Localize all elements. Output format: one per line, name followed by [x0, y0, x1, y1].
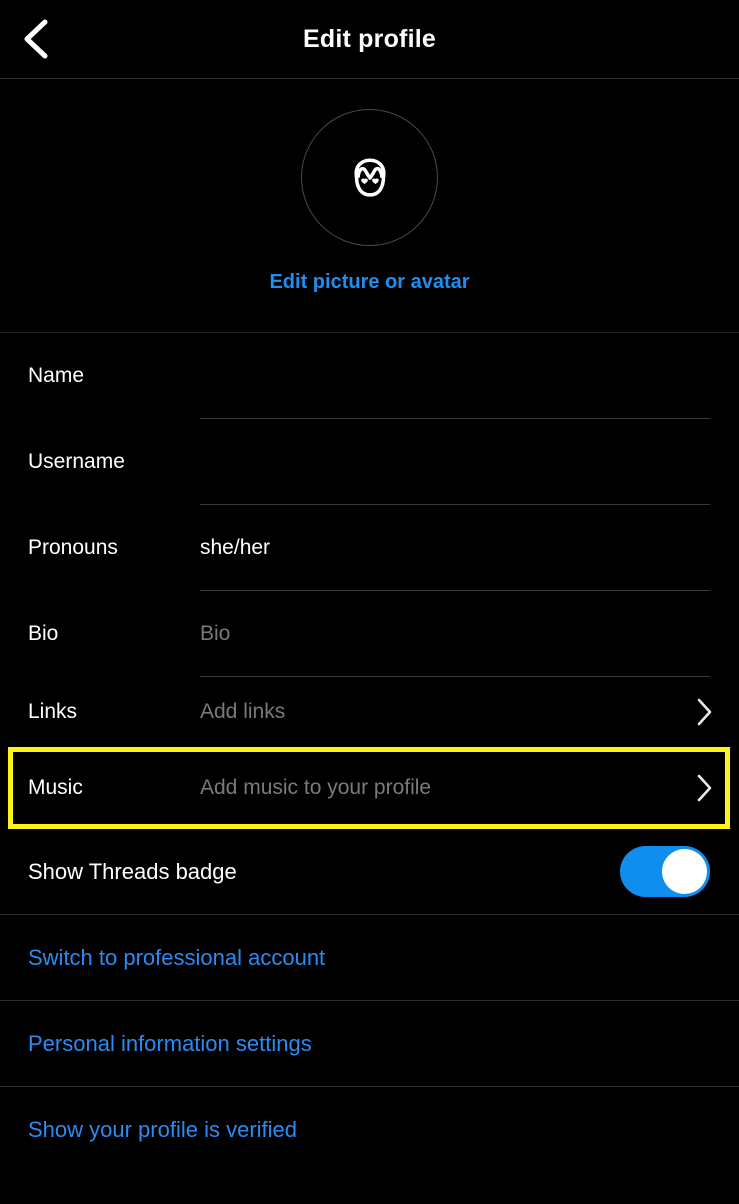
music-row-highlight-wrapper: Music Add music to your profile [0, 747, 739, 829]
action-row-show-verified[interactable]: Show your profile is verified [0, 1087, 739, 1173]
field-underline-username [200, 419, 710, 505]
edit-picture-or-avatar-link[interactable]: Edit picture or avatar [269, 271, 469, 294]
app-header: Edit profile [0, 0, 739, 79]
toggle-row-threads-badge[interactable]: Show Threads badge [0, 829, 739, 915]
chevron-left-icon [24, 19, 48, 59]
field-label-name: Name [28, 364, 85, 387]
toggle-knob [662, 849, 707, 894]
heart-eye-right-icon [371, 178, 379, 184]
pronouns-input[interactable] [200, 536, 710, 560]
music-placeholder: Add music to your profile [200, 776, 432, 799]
field-label-music: Music [28, 776, 83, 799]
page-title: Edit profile [303, 24, 436, 53]
avatar-section: Edit picture or avatar [0, 79, 739, 333]
nav-row-links[interactable]: Links Add links [0, 677, 739, 747]
field-underline-name [200, 333, 710, 419]
username-input[interactable] [200, 450, 710, 474]
chevron-right-icon-music [693, 773, 715, 803]
chevron-right-icon-links [693, 697, 715, 727]
heart-eye-left-icon [360, 178, 368, 184]
field-label-username: Username [28, 450, 125, 473]
action-row-personal-information[interactable]: Personal information settings [0, 1001, 739, 1087]
threads-badge-toggle[interactable] [620, 846, 710, 897]
field-label-links: Links [28, 700, 78, 723]
field-row-name[interactable]: Name [0, 333, 739, 419]
back-button[interactable] [12, 15, 60, 63]
personal-information-settings-label: Personal information settings [28, 1030, 312, 1056]
field-underline-bio [200, 591, 710, 677]
show-profile-verified-label: Show your profile is verified [28, 1117, 298, 1142]
action-row-switch-professional[interactable]: Switch to professional account [0, 915, 739, 1001]
avatar[interactable] [301, 109, 438, 246]
field-row-bio[interactable]: Bio [0, 591, 739, 677]
avatar-face-heart-eyes-icon [353, 158, 386, 197]
bio-input[interactable] [200, 622, 710, 646]
chevron-right-icon [697, 774, 712, 802]
field-underline-pronouns [200, 505, 710, 591]
field-label-bio: Bio [28, 622, 59, 645]
field-label-pronouns: Pronouns [28, 536, 118, 559]
links-placeholder: Add links [200, 700, 286, 723]
name-input[interactable] [200, 364, 710, 388]
nav-row-music[interactable]: Music Add music to your profile [0, 747, 739, 829]
chevron-right-icon [697, 698, 712, 726]
toggle-label-threads-badge: Show Threads badge [28, 858, 237, 884]
field-row-username[interactable]: Username [0, 419, 739, 505]
switch-to-professional-account-label: Switch to professional account [28, 944, 326, 970]
field-row-pronouns[interactable]: Pronouns [0, 505, 739, 591]
